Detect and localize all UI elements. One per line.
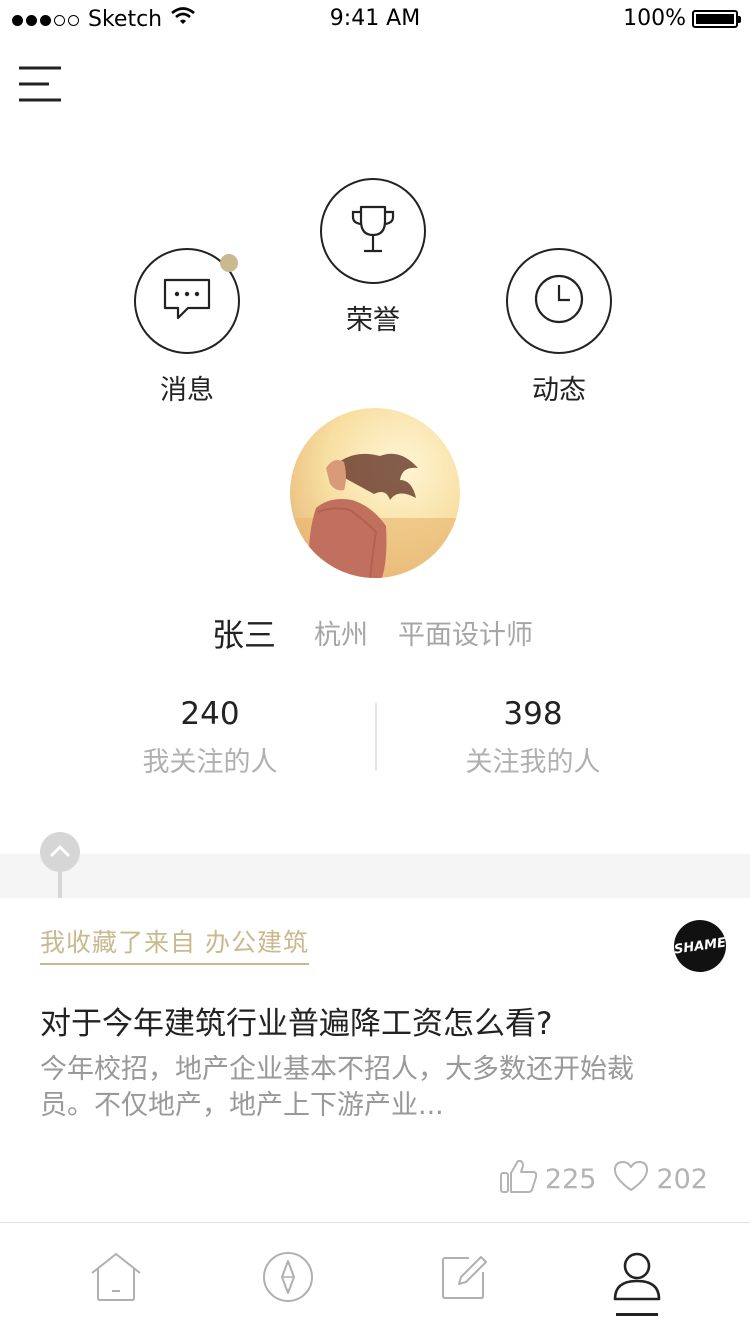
chevron-up-icon <box>50 843 70 862</box>
favorite-count: 202 <box>656 1164 708 1195</box>
like-button[interactable]: 225 <box>499 1158 597 1201</box>
tab-bar <box>0 1222 750 1335</box>
status-right: 100% <box>623 6 741 31</box>
favorite-button[interactable]: 202 <box>612 1159 708 1200</box>
profile-job: 平面设计师 <box>398 620 533 651</box>
user-icon <box>612 1251 662 1307</box>
chat-bubble-icon <box>162 277 212 325</box>
article-title[interactable]: 对于今年建筑行业普遍降工资怎么看? <box>40 998 720 1043</box>
followers-label: 关注我的人 <box>465 747 601 778</box>
compass-icon <box>262 1251 314 1307</box>
honors-circle <box>320 178 426 284</box>
article-description: 今年校招，地产企业基本不招人，大多数还开始裁员。不仅地产，地产上下游产业... <box>40 1054 634 1121</box>
battery-percent: 100% <box>623 6 686 31</box>
avatar[interactable] <box>290 408 460 578</box>
profile-name: 张三 <box>212 616 277 654</box>
tab-home[interactable] <box>22 1223 209 1335</box>
clock-icon <box>533 273 585 329</box>
source-logo[interactable]: SHAME <box>670 916 730 976</box>
stats-divider <box>375 703 377 771</box>
tab-profile[interactable] <box>543 1223 730 1335</box>
honors-button[interactable]: 荣誉 <box>320 178 426 337</box>
timeline-connector <box>58 870 62 898</box>
profile-city: 杭州 <box>314 620 368 651</box>
hamburger-menu-icon[interactable] <box>18 66 62 102</box>
messages-button[interactable]: 消息 <box>134 248 240 407</box>
following-count: 240 <box>180 696 240 732</box>
activity-button[interactable]: 动态 <box>506 248 612 407</box>
following-label: 我关注的人 <box>142 747 278 778</box>
tab-discover[interactable] <box>194 1223 381 1335</box>
trophy-icon <box>347 203 399 259</box>
honors-label: 荣誉 <box>346 305 400 336</box>
following-stat[interactable]: 240 我关注的人 <box>90 696 330 779</box>
active-tab-indicator <box>616 1313 658 1316</box>
home-icon <box>88 1251 144 1307</box>
edit-icon <box>439 1252 489 1306</box>
tab-write[interactable] <box>370 1223 557 1335</box>
followers-stat[interactable]: 398 关注我的人 <box>413 696 653 779</box>
messages-label: 消息 <box>160 375 214 406</box>
collapse-up-button[interactable] <box>40 832 80 872</box>
activity-label: 动态 <box>532 375 586 406</box>
battery-icon <box>692 9 741 28</box>
article-actions: 225 202 <box>499 1158 708 1201</box>
like-count: 225 <box>544 1164 597 1195</box>
followers-count: 398 <box>503 696 563 732</box>
heart-icon <box>612 1159 656 1200</box>
section-divider <box>0 854 750 898</box>
activity-circle <box>506 248 612 354</box>
unread-badge <box>220 254 238 272</box>
status-bar: Sketch 9:41 AM 100% <box>0 0 750 40</box>
favorite-source-label[interactable]: 我收藏了来自 办公建筑 <box>40 923 309 965</box>
thumbs-up-icon <box>499 1158 545 1201</box>
